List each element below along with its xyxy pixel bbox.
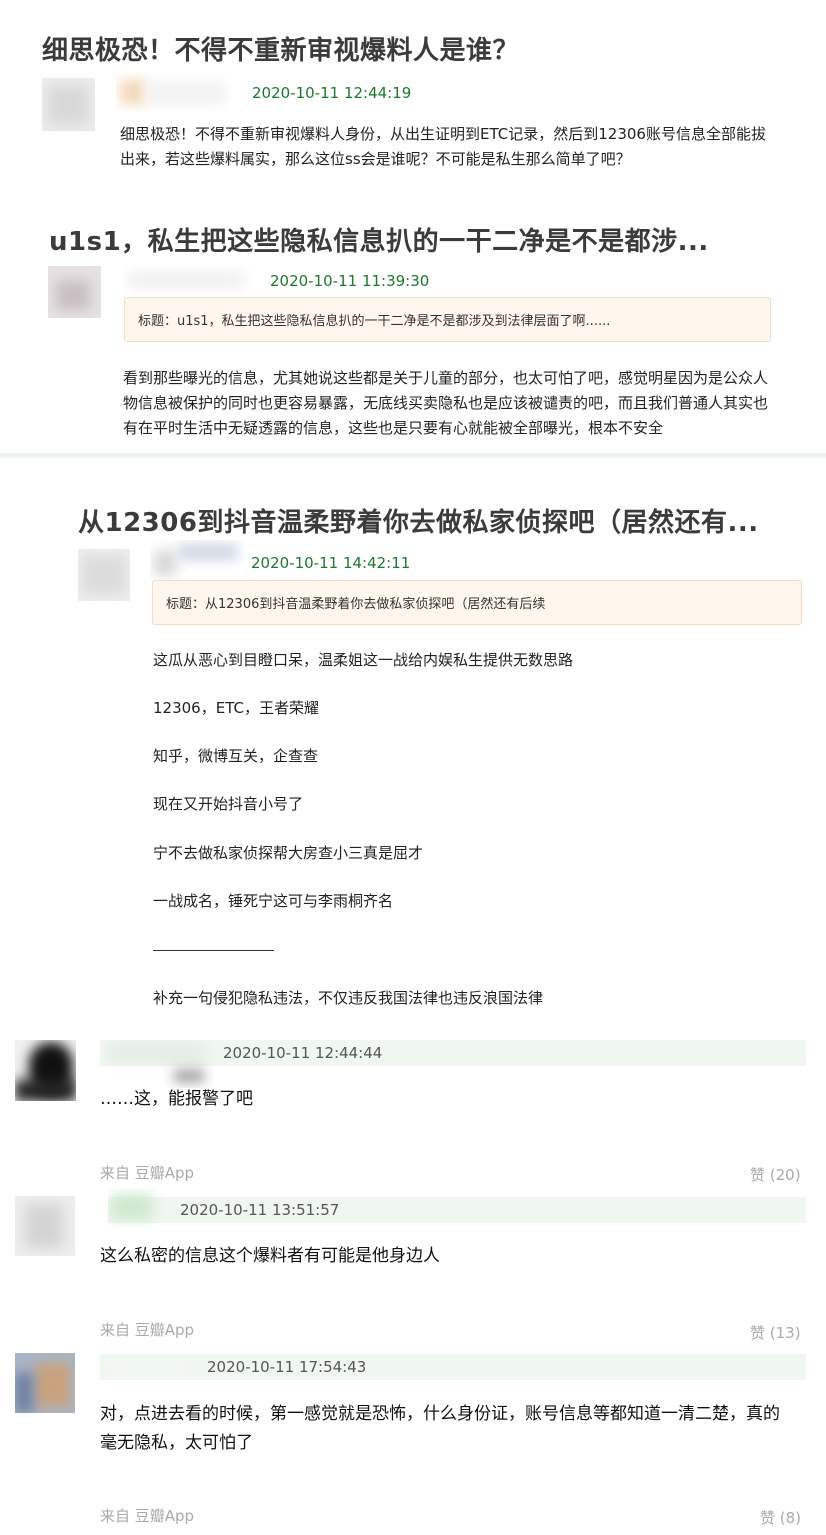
reply3-like-button[interactable]: 赞 (8) (760, 1507, 801, 1528)
reply3-avatar[interactable] (15, 1353, 75, 1413)
post1-body-line: 出来，若这些爆料属实，那么这位ss会是谁呢？不可能是私生那么简单了吧？ (120, 150, 631, 168)
post1-title[interactable]: 细思极恐！不得不重新审视爆料人是谁？ (42, 30, 519, 67)
post3-para: 补充一句侵犯隐私违法，不仅违反我国法律也违反浪国法律 (153, 989, 544, 1007)
post3-para: 一战成名，锤死宁这可与李雨桐齐名 (153, 892, 394, 910)
reply3-username-blurred[interactable] (100, 1354, 200, 1380)
reply3-header-bar (100, 1354, 806, 1380)
post3-para: 知乎，微博互关，企查查 (153, 747, 319, 765)
reply2-avatar[interactable] (15, 1196, 75, 1256)
post3-date: 2020-10-11 14:42:11 (251, 554, 411, 572)
post3-para: 这瓜从恶心到目瞪口呆，温柔姐这一战给内娱私生提供无数思路 (153, 651, 574, 669)
post2-avatar[interactable] (48, 266, 101, 318)
post1-avatar[interactable] (42, 78, 95, 131)
post1-date: 2020-10-11 12:44:19 (252, 84, 412, 102)
reply3-text-line: 毫无隐私，太可怕了 (100, 1433, 253, 1453)
post3-title[interactable]: 从12306到抖音温柔野着你去做私家侦探吧（居然还有... (78, 502, 759, 539)
reply3-text-line: 对，点进去看的时候，第一感觉就是恐怖，什么身份证，账号信息等都知道一清二楚，真的 (100, 1404, 780, 1424)
reply1-avatar[interactable] (15, 1040, 76, 1101)
reply2-username-blurred[interactable] (108, 1188, 168, 1228)
post3-separator (153, 950, 274, 951)
post3-avatar[interactable] (78, 549, 130, 601)
reply3-source: 来自 豆瓣App (100, 1507, 195, 1525)
post2-username-blurred[interactable] (122, 265, 252, 295)
post3-para: 12306，ETC，王者荣耀 (153, 699, 319, 717)
post2-quote: 标题：u1s1，私生把这些隐私信息扒的一干二净是不是都涉及到法律层面了啊....… (124, 297, 771, 342)
reply2-source: 来自 豆瓣App (100, 1321, 195, 1339)
post2-title[interactable]: u1s1，私生把这些隐私信息扒的一干二净是不是都涉... (49, 221, 709, 258)
reply3-date: 2020-10-11 17:54:43 (207, 1358, 367, 1376)
post2-body: 看到那些曝光的信息，尤其她说这些都是关于儿童的部分，也太可怕了吧，感觉明星因为是… (123, 366, 793, 441)
post2-date: 2020-10-11 11:39:30 (270, 272, 430, 290)
reply2-like-button[interactable]: 赞 (13) (750, 1322, 801, 1343)
post3-para: 现在又开始抖音小号了 (153, 795, 304, 813)
post2-body-line: 有在平时生活中无疑透露的信息，这些也是只要有心就能被全部曝光，根本不安全 (123, 419, 664, 437)
section-divider (0, 453, 826, 458)
reply1-date: 2020-10-11 12:44:44 (223, 1044, 383, 1062)
post1-body: 细思极恐！不得不重新审视爆料人身份，从出生证明到ETC记录，然后到12306账号… (120, 122, 800, 172)
post1-username-blurred[interactable] (116, 72, 231, 112)
reply1-username-blurred[interactable] (104, 1040, 214, 1088)
post1-body-line: 细思极恐！不得不重新审视爆料人身份，从出生证明到ETC记录，然后到12306账号… (120, 125, 766, 143)
reply1-text: ……这，能报警了吧 (100, 1089, 253, 1109)
post2-body-line: 物信息被保护的同时也更容易暴露，无底线买卖隐私也是应该被谴责的吧，而且我们普通人… (123, 394, 769, 412)
reply1-like-button[interactable]: 赞 (20) (750, 1164, 801, 1185)
reply1-source: 来自 豆瓣App (100, 1164, 195, 1182)
reply2-date: 2020-10-11 13:51:57 (180, 1201, 340, 1219)
reply3-text: 对，点进去看的时候，第一感觉就是恐怖，什么身份证，账号信息等都知道一清二楚，真的… (100, 1400, 810, 1458)
post2-body-line: 看到那些曝光的信息，尤其她说这些都是关于儿童的部分，也太可怕了吧，感觉明星因为是… (123, 369, 769, 387)
post3-quote: 标题：从12306到抖音温柔野着你去做私家侦探吧（居然还有后续 (152, 580, 802, 625)
reply2-text: 这么私密的信息这个爆料者有可能是他身边人 (100, 1246, 440, 1266)
post3-username-blurred[interactable] (150, 540, 245, 580)
post3-para: 宁不去做私家侦探帮大房查小三真是屈才 (153, 844, 424, 862)
